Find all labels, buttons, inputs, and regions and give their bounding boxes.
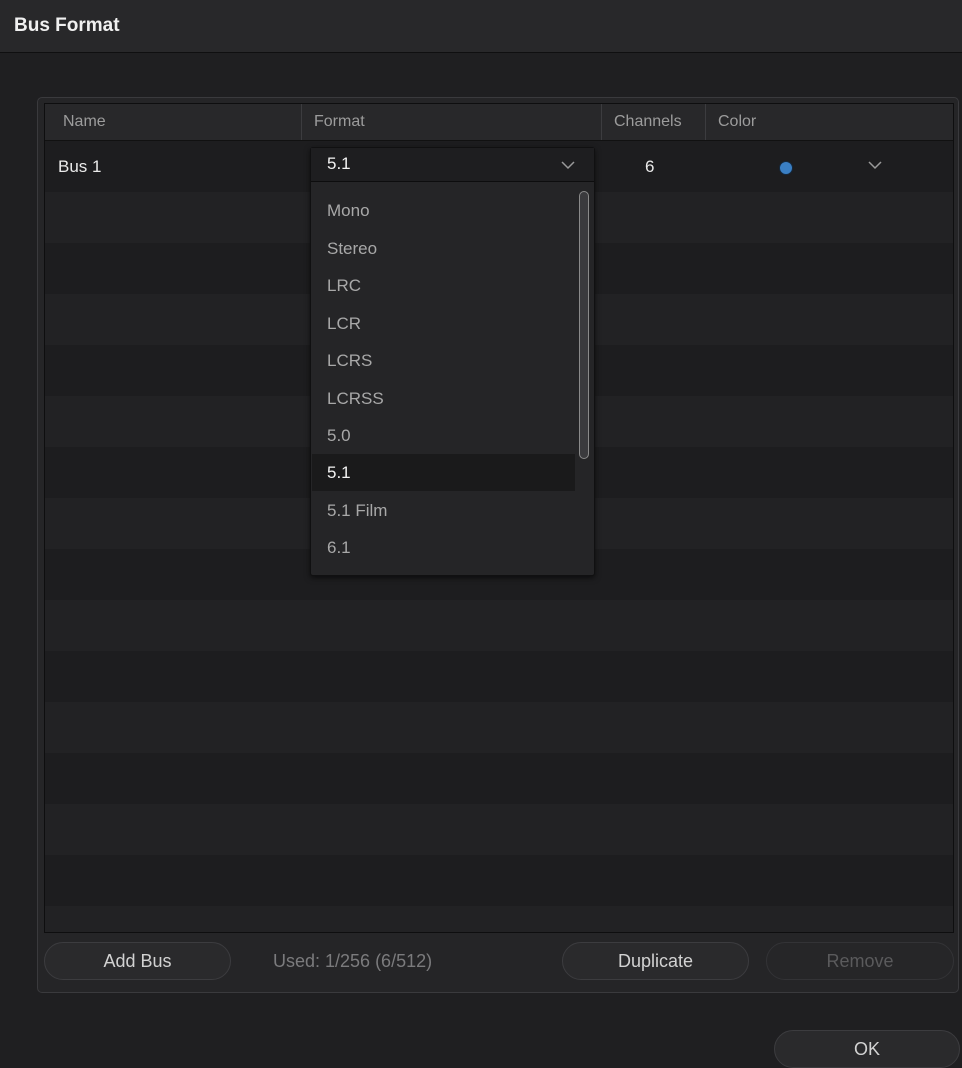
empty-row [45,702,953,753]
used-count: Used: 1/256 (6/512) [273,951,433,971]
format-option-5-1-film[interactable]: 5.1 Film [312,492,575,529]
window-title: Bus Format [14,15,120,36]
format-option-5-0[interactable]: 5.0 [312,417,575,454]
title-bar: Bus Format [0,0,962,53]
empty-row [45,906,953,932]
empty-row [45,753,953,804]
format-option-lcrs[interactable]: LCRS [312,342,575,379]
empty-row [45,804,953,855]
format-option-lcr[interactable]: LCR [312,305,575,342]
chevron-down-icon[interactable] [559,156,577,174]
bus-channels: 6 [645,157,655,176]
column-header-color[interactable]: Color [705,104,756,140]
dropdown-scrollbar[interactable] [579,191,589,459]
column-header-name[interactable]: Name [63,104,106,140]
ok-button[interactable]: OK [774,1030,960,1068]
format-option-6-1[interactable]: 6.1 [312,529,575,566]
empty-row [45,651,953,702]
format-option-mono[interactable]: Mono [312,192,575,229]
chevron-down-icon[interactable] [865,155,885,175]
bus-name[interactable]: Bus 1 [58,141,101,192]
format-option-lrc[interactable]: LRC [312,267,575,304]
table-header: Name Format Channels Color [45,104,953,141]
format-option-lcrss[interactable]: LCRSS [312,380,575,417]
remove-button[interactable]: Remove [766,942,954,980]
format-dropdown-header[interactable]: 5.1 [311,148,594,182]
empty-row [45,855,953,906]
format-dropdown[interactable]: 5.1 Mono Stereo LRC LCR LCRS LCRSS 5.0 5… [310,147,595,576]
duplicate-button[interactable]: Duplicate [562,942,749,980]
add-bus-button[interactable]: Add Bus [44,942,231,980]
column-header-channels[interactable]: Channels [601,104,682,140]
empty-row [45,600,953,651]
format-option-5-1[interactable]: 5.1 [312,454,575,491]
column-header-format[interactable]: Format [301,104,365,140]
format-option-stereo[interactable]: Stereo [312,230,575,267]
bus-color-swatch[interactable] [779,161,793,175]
format-selected-value: 5.1 [327,154,351,173]
